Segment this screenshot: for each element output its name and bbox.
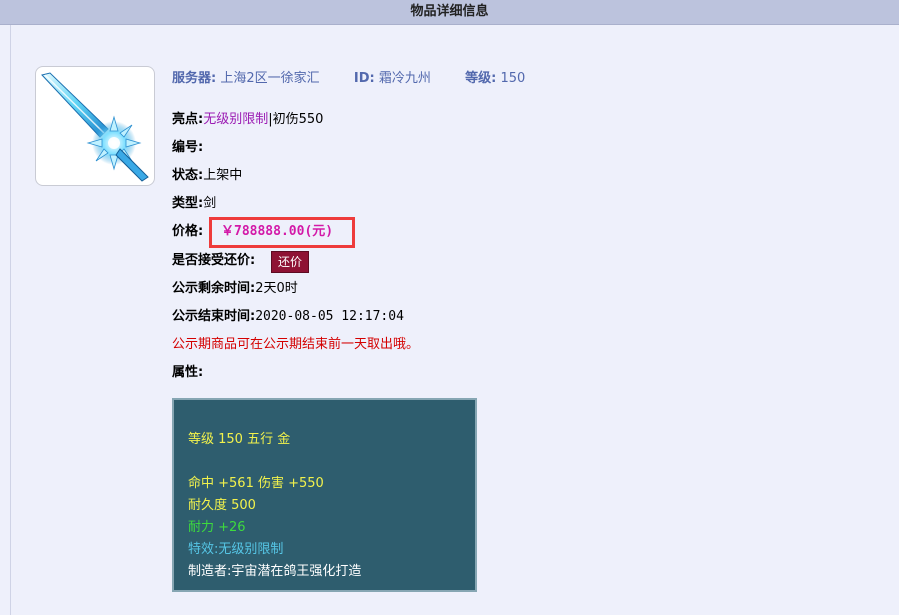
attr-level-element: 等级 150 五行 金 [188, 432, 291, 447]
remaining-value: 2天0时 [255, 281, 298, 296]
server-info-row: 服务器: 上海2区一徐家汇 ID: 霜冷九州 等级: 150 [172, 69, 525, 89]
notice-text: 公示期商品可在公示期结束前一天取出哦。 [172, 337, 420, 352]
attr-special-effect: 特效:无级别限制 [188, 542, 284, 557]
page-title: 物品详细信息 [0, 0, 899, 25]
type-value: 剑 [203, 196, 217, 211]
haggle-button[interactable]: 还价 [271, 251, 309, 273]
level-value: 150 [500, 71, 526, 86]
haggle-row: 是否接受还价: [172, 251, 255, 271]
attr-maker: 制造者:宇宙潜在鸽王强化打造 [188, 564, 362, 579]
ice-sword-icon [41, 72, 149, 182]
status-row: 状态:上架中 [172, 166, 242, 186]
highlight-extra: |初伤550 [268, 112, 324, 127]
type-row: 类型:剑 [172, 194, 216, 214]
type-label: 类型: [172, 196, 204, 211]
price-value: ￥788888.00(元) [221, 224, 334, 239]
server-value: 上海2区一徐家汇 [220, 71, 320, 86]
attr-hit-damage: 命中 +561 伤害 +550 [188, 476, 324, 491]
haggle-label: 是否接受还价: [172, 253, 256, 268]
remaining-label: 公示剩余时间: [172, 281, 256, 296]
attr-durability: 耐久度 500 [188, 498, 256, 513]
highlight-value: 无级别限制 [203, 112, 269, 127]
number-row: 编号: [172, 138, 203, 158]
remaining-row: 公示剩余时间:2天0时 [172, 279, 298, 299]
status-value: 上架中 [203, 168, 243, 183]
attr-label: 属性: [172, 365, 204, 380]
price-label: 价格: [172, 224, 204, 239]
server-label: 服务器: [172, 71, 217, 86]
end-time-value: 2020-08-05 12:17:04 [255, 309, 404, 324]
level-label: 等级: [465, 71, 497, 86]
end-time-row: 公示结束时间:2020-08-05 12:17:04 [172, 307, 404, 327]
number-label: 编号: [172, 140, 204, 155]
attr-row: 属性: [172, 363, 203, 383]
item-thumbnail [35, 66, 155, 186]
attributes-panel: 等级 150 五行 金 命中 +561 伤害 +550 耐久度 500 耐力 +… [172, 398, 477, 592]
id-label: ID: [353, 71, 375, 86]
highlight-label: 亮点: [172, 112, 204, 127]
attr-stamina: 耐力 +26 [188, 520, 246, 535]
status-label: 状态: [172, 168, 204, 183]
id-value: 霜冷九州 [378, 71, 431, 86]
highlight-row: 亮点:无级别限制|初伤550 [172, 110, 323, 130]
end-time-label: 公示结束时间: [172, 309, 256, 324]
price-row: 价格: [172, 222, 203, 242]
